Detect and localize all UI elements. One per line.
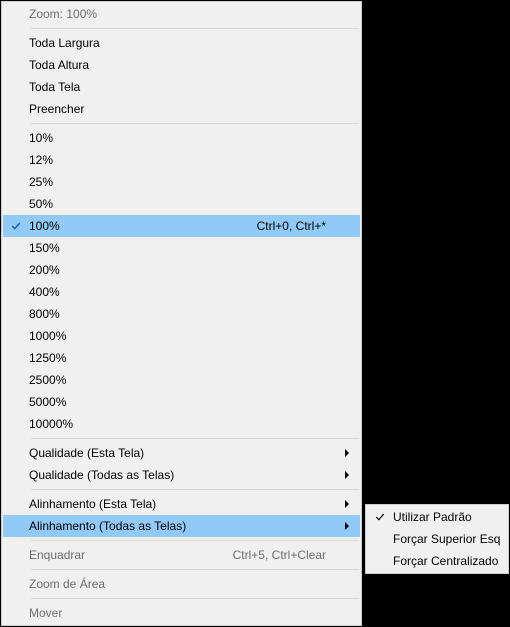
menu-item-alignment-all-screens[interactable]: Alinhamento (Todas as Telas) xyxy=(3,515,360,537)
submenu-item-force-top-left[interactable]: Forçar Superior Esquerdo xyxy=(367,528,507,550)
shortcut-label: Ctrl+0, Ctrl+* xyxy=(257,219,340,233)
menu-item-zoom-50[interactable]: 50% xyxy=(3,193,360,215)
menu-title-label: Zoom: 100% xyxy=(29,7,340,21)
menu-item-fit-screen[interactable]: Toda Tela xyxy=(3,76,360,98)
menu-item-quality-this-screen[interactable]: Qualidade (Esta Tela) xyxy=(3,442,360,464)
separator xyxy=(31,540,359,541)
menu-item-zoom-100[interactable]: 100% Ctrl+0, Ctrl+* xyxy=(3,215,360,237)
separator xyxy=(31,438,359,439)
separator xyxy=(31,28,359,29)
submenu-item-force-center[interactable]: Forçar Centralizado xyxy=(367,550,507,572)
menu-item-quality-all-screens[interactable]: Qualidade (Todas as Telas) xyxy=(3,464,360,486)
separator xyxy=(31,598,359,599)
chevron-right-icon xyxy=(340,449,354,457)
menu-item-zoom-12[interactable]: 12% xyxy=(3,149,360,171)
menu-item-fit-width[interactable]: Toda Largura xyxy=(3,32,360,54)
menu-item-move: Mover xyxy=(3,602,360,624)
submenu-item-use-default[interactable]: Utilizar Padrão xyxy=(367,506,507,528)
check-icon xyxy=(3,220,29,232)
separator xyxy=(31,569,359,570)
menu-item-zoom-150[interactable]: 150% xyxy=(3,237,360,259)
menu-item-zoom-25[interactable]: 25% xyxy=(3,171,360,193)
menu-item-alignment-this-screen[interactable]: Alinhamento (Esta Tela) xyxy=(3,493,360,515)
zoom-context-menu: Zoom: 100% Toda Largura Toda Altura Toda… xyxy=(1,1,362,626)
menu-item-zoom-800[interactable]: 800% xyxy=(3,303,360,325)
check-icon xyxy=(367,511,393,523)
menu-item-zoom-10000[interactable]: 10000% xyxy=(3,413,360,435)
menu-item-zoom-2500[interactable]: 2500% xyxy=(3,369,360,391)
menu-item-zoom-200[interactable]: 200% xyxy=(3,259,360,281)
menu-title: Zoom: 100% xyxy=(3,3,360,25)
alignment-submenu: Utilizar Padrão Forçar Superior Esquerdo… xyxy=(365,504,509,574)
menu-item-fit-height[interactable]: Toda Altura xyxy=(3,54,360,76)
shortcut-label: Ctrl+5, Ctrl+Clear xyxy=(233,548,340,562)
menu-item-zoom-1250[interactable]: 1250% xyxy=(3,347,360,369)
separator xyxy=(31,123,359,124)
menu-item-fit-window: Enquadrar Ctrl+5, Ctrl+Clear xyxy=(3,544,360,566)
chevron-right-icon xyxy=(340,471,354,479)
separator xyxy=(31,489,359,490)
menu-item-zoom-area: Zoom de Área xyxy=(3,573,360,595)
menu-item-zoom-1000[interactable]: 1000% xyxy=(3,325,360,347)
menu-item-zoom-5000[interactable]: 5000% xyxy=(3,391,360,413)
chevron-right-icon xyxy=(340,522,354,530)
menu-item-zoom-400[interactable]: 400% xyxy=(3,281,360,303)
menu-item-fill[interactable]: Preencher xyxy=(3,98,360,120)
chevron-right-icon xyxy=(340,500,354,508)
menu-item-zoom-10[interactable]: 10% xyxy=(3,127,360,149)
